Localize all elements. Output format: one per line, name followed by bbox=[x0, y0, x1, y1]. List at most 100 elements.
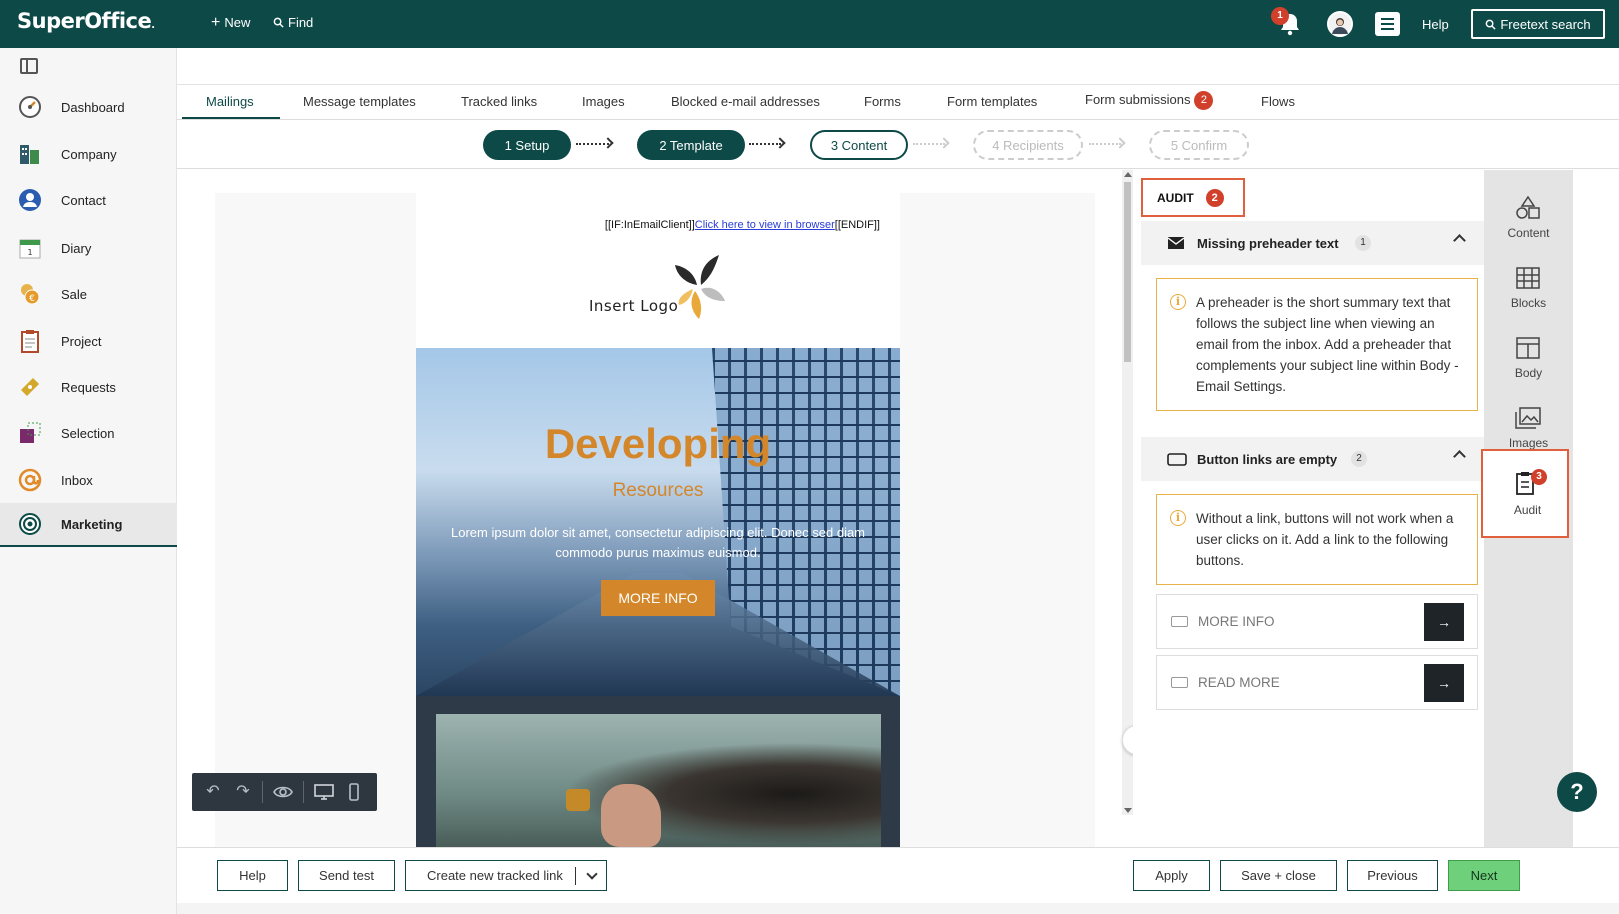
mobile-view-icon[interactable] bbox=[344, 782, 364, 802]
chevron-up-icon[interactable] bbox=[1453, 234, 1466, 247]
email-editor-canvas[interactable]: [[IF:InEmailClient]]Click here to view i… bbox=[177, 170, 1122, 847]
puzzle-photo bbox=[436, 714, 881, 847]
button-outline-icon bbox=[1171, 616, 1188, 627]
inbox-icon bbox=[18, 468, 42, 492]
previous-button[interactable]: Previous bbox=[1347, 860, 1438, 891]
hero-title[interactable]: Developing bbox=[416, 420, 900, 468]
go-to-button-arrow-icon[interactable]: → bbox=[1424, 603, 1464, 641]
app-logo[interactable]: SuperOffice. bbox=[17, 9, 155, 33]
svg-text:€: € bbox=[29, 294, 35, 304]
bottom-action-bar: Help Send test Create new tracked link A… bbox=[177, 847, 1619, 903]
tab-images[interactable]: Images bbox=[582, 94, 625, 109]
sidebar-item-requests[interactable]: Requests bbox=[0, 365, 177, 409]
rail-body[interactable]: Body bbox=[1484, 324, 1573, 394]
browser-view-line: [[IF:InEmailClient]]Click here to view i… bbox=[604, 219, 880, 231]
create-tracked-link-button[interactable]: Create new tracked link bbox=[405, 860, 607, 891]
email-logo[interactable]: Insert Logo bbox=[589, 255, 729, 325]
rail-audit[interactable]: 3 Audit bbox=[1481, 449, 1569, 538]
go-to-button-arrow-icon[interactable]: → bbox=[1424, 664, 1464, 702]
view-in-browser-link[interactable]: Click here to view in browser bbox=[695, 219, 835, 231]
tab-blocked-email-addresses[interactable]: Blocked e-mail addresses bbox=[671, 94, 820, 109]
send-test-button[interactable]: Send test bbox=[298, 860, 395, 891]
sidebar-item-project[interactable]: Project bbox=[0, 319, 177, 363]
audit-panel-title: AUDIT 2 bbox=[1141, 178, 1245, 217]
audit-preheader-message: i A preheader is the short summary text … bbox=[1156, 278, 1478, 411]
step-confirm: 5 Confirm bbox=[1149, 130, 1249, 160]
audit-button-links-message: i Without a link, buttons will not work … bbox=[1156, 494, 1478, 585]
desktop-view-icon[interactable] bbox=[314, 782, 334, 802]
diary-icon: 1 bbox=[19, 239, 41, 259]
step-setup[interactable]: 1 Setup bbox=[483, 130, 571, 160]
selection-icon bbox=[20, 422, 41, 443]
form-submissions-badge: 2 bbox=[1194, 91, 1214, 110]
scroll-up-arrow-icon[interactable] bbox=[1124, 172, 1132, 177]
audit-rail-badge: 3 bbox=[1531, 469, 1547, 485]
sidebar-item-sale[interactable]: € Sale bbox=[0, 272, 177, 316]
sidebar-item-contact[interactable]: Contact bbox=[0, 178, 177, 222]
scroll-down-arrow-icon[interactable] bbox=[1124, 808, 1132, 813]
search-icon bbox=[273, 17, 284, 28]
hero-block[interactable]: Developing Resources Lorem ipsum dolor s… bbox=[416, 348, 900, 696]
help-link[interactable]: Help bbox=[1422, 17, 1449, 32]
tab-mailings[interactable]: Mailings bbox=[206, 94, 254, 109]
sidebar-item-diary[interactable]: 1 Diary bbox=[0, 226, 177, 270]
toolbar-divider bbox=[303, 781, 304, 803]
shapes-icon bbox=[1516, 196, 1540, 219]
user-avatar[interactable] bbox=[1327, 11, 1353, 37]
mailings-tab-bar: Mailings Message templates Tracked links… bbox=[177, 84, 1619, 120]
chevron-up-icon[interactable] bbox=[1453, 450, 1466, 463]
hand-shape bbox=[601, 784, 661, 847]
tab-tracked-links[interactable]: Tracked links bbox=[461, 94, 537, 109]
rail-blocks[interactable]: Blocks bbox=[1484, 254, 1573, 324]
main-menu-button[interactable] bbox=[1375, 12, 1400, 36]
wizard-steps: 1 Setup 2 Template 3 Content 4 Recipient… bbox=[177, 121, 1619, 169]
contact-icon bbox=[19, 189, 41, 211]
bottom-strip bbox=[177, 903, 1619, 914]
plus-icon: + bbox=[211, 14, 221, 31]
sidebar-item-inbox[interactable]: Inbox bbox=[0, 458, 177, 502]
image-block[interactable] bbox=[416, 696, 900, 847]
next-button[interactable]: Next bbox=[1448, 860, 1520, 891]
freetext-search-button[interactable]: Freetext search bbox=[1471, 9, 1605, 39]
email-preview[interactable]: [[IF:InEmailClient]]Click here to view i… bbox=[416, 193, 900, 847]
sidebar-collapse-icon[interactable] bbox=[20, 58, 38, 74]
find-button[interactable]: Find bbox=[273, 15, 313, 30]
editor-side-rail: Content Blocks Body Images 3 Audit bbox=[1481, 170, 1573, 847]
sidebar-item-company[interactable]: Company bbox=[0, 132, 177, 176]
chevron-down-icon[interactable] bbox=[586, 868, 598, 880]
sale-icon: € bbox=[21, 284, 40, 305]
sidebar-item-selection[interactable]: Selection bbox=[0, 411, 177, 455]
tab-flows[interactable]: Flows bbox=[1261, 94, 1295, 109]
section-count-badge: 2 bbox=[1351, 451, 1367, 467]
project-icon bbox=[21, 330, 39, 353]
tab-form-submissions[interactable]: Form submissions 2 bbox=[1085, 91, 1214, 110]
tab-form-templates[interactable]: Form templates bbox=[947, 94, 1037, 109]
help-button[interactable]: Help bbox=[217, 860, 288, 891]
redo-icon[interactable]: ↷ bbox=[233, 782, 253, 802]
audit-section-preheader-header[interactable]: Missing preheader text 1 bbox=[1141, 221, 1484, 265]
envelope-icon bbox=[1167, 237, 1185, 249]
scrollbar-thumb[interactable] bbox=[1124, 182, 1131, 362]
new-button[interactable]: + New bbox=[211, 14, 250, 31]
apply-button[interactable]: Apply bbox=[1133, 860, 1210, 891]
tab-message-templates[interactable]: Message templates bbox=[303, 94, 416, 109]
preview-eye-icon[interactable] bbox=[273, 782, 293, 802]
save-close-button[interactable]: Save + close bbox=[1220, 860, 1337, 891]
step-template[interactable]: 2 Template bbox=[637, 130, 745, 160]
hero-subtitle[interactable]: Resources bbox=[416, 480, 900, 502]
puzzle-piece bbox=[566, 789, 590, 811]
sidebar-item-dashboard[interactable]: Dashboard bbox=[0, 85, 177, 129]
sidebar-item-marketing[interactable]: Marketing bbox=[0, 503, 177, 547]
rail-content[interactable]: Content bbox=[1484, 184, 1573, 254]
canvas-scrollbar[interactable] bbox=[1122, 170, 1133, 815]
undo-icon[interactable]: ↶ bbox=[203, 782, 223, 802]
hero-body-text[interactable]: Lorem ipsum dolor sit amet, consectetur … bbox=[436, 523, 880, 563]
tab-forms[interactable]: Forms bbox=[864, 94, 901, 109]
hero-more-info-button[interactable]: MORE INFO bbox=[601, 580, 715, 616]
step-content[interactable]: 3 Content bbox=[810, 130, 908, 160]
audit-count-badge: 2 bbox=[1205, 188, 1224, 207]
help-fab-button[interactable]: ? bbox=[1557, 772, 1597, 812]
info-icon: i bbox=[1170, 294, 1186, 310]
audit-section-button-links-header[interactable]: Button links are empty 2 bbox=[1141, 437, 1484, 481]
split-divider bbox=[575, 867, 576, 885]
